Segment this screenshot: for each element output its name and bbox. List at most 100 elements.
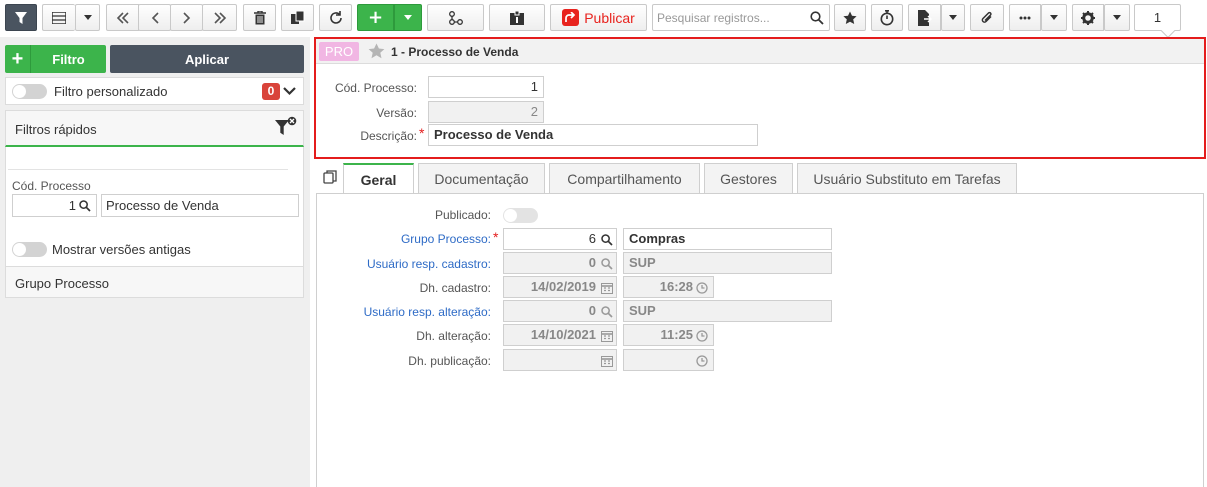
search-input[interactable] [653, 5, 803, 30]
tab-label: Compartilhamento [567, 170, 682, 187]
add-button[interactable]: + [357, 4, 394, 31]
custom-filter-row: Filtro personalizado 0 [5, 77, 304, 105]
refresh-icon [329, 10, 342, 24]
search-box[interactable] [652, 4, 830, 31]
old-versions-toggle[interactable] [12, 242, 47, 257]
published-toggle [503, 208, 538, 223]
tab-label: Geral [360, 171, 397, 188]
filter-toggle-button[interactable] [5, 4, 37, 31]
description-input[interactable]: Processo de Venda [428, 124, 758, 146]
search-icon [601, 258, 613, 270]
divider [8, 169, 288, 170]
published-date-input [503, 349, 617, 371]
filter-button[interactable]: + Filtro [5, 45, 106, 73]
more-button[interactable] [1009, 4, 1041, 31]
add-dropdown[interactable] [394, 4, 422, 31]
delete-icon [253, 10, 266, 24]
clock-icon [696, 330, 708, 342]
group-name-input[interactable]: Compras [623, 228, 832, 250]
search-icon[interactable] [810, 11, 824, 25]
apply-button-label: Aplicar [184, 51, 230, 67]
star-icon [843, 11, 857, 24]
add-icon: + [5, 45, 31, 73]
process-code-input[interactable]: 1 [12, 194, 97, 217]
export-dropdown[interactable] [941, 4, 965, 31]
next-page-button[interactable] [170, 4, 203, 31]
first-page-button[interactable] [106, 4, 139, 31]
id-card-icon [510, 10, 524, 25]
last-page-button[interactable] [202, 4, 237, 31]
record-title: 1 - Processo de Venda [391, 45, 519, 59]
changed-date-value: 14/10/2021 [530, 327, 596, 342]
apply-button[interactable]: Aplicar [110, 45, 304, 73]
created-by-label[interactable]: Usuário resp. cadastro: [317, 257, 491, 271]
list-view-button[interactable] [42, 4, 75, 31]
search-icon[interactable] [79, 200, 91, 212]
published-at-label: Dh. publicação: [408, 354, 491, 368]
created-by-name-value: SUP [629, 255, 656, 270]
last-page-icon [213, 11, 226, 24]
next-page-icon [182, 11, 190, 24]
record-header-bar: PRO 1 - Processo de Venda [316, 39, 1204, 64]
prev-page-icon [151, 11, 159, 24]
group-process-label[interactable]: Grupo Processo: [317, 232, 491, 246]
previous-page-button[interactable] [138, 4, 171, 31]
clear-filter-icon[interactable] [274, 116, 298, 140]
tab-gestores[interactable]: Gestores [704, 163, 793, 193]
tab-compartilhamento[interactable]: Compartilhamento [549, 163, 700, 193]
process-code-label: Cód. Processo [12, 179, 91, 193]
export-button[interactable] [908, 4, 941, 31]
search-icon[interactable] [601, 234, 613, 246]
created-by-code-value: 0 [588, 255, 596, 270]
delete-button[interactable] [243, 4, 276, 31]
old-versions-label: Mostrar versões antigas [52, 242, 191, 257]
tab-usuario-substituto[interactable]: Usuário Substituto em Tarefas [797, 163, 1017, 193]
timer-button[interactable] [871, 4, 903, 31]
changed-by-code-value: 0 [588, 303, 596, 318]
settings-dropdown[interactable] [1104, 4, 1130, 31]
code-input[interactable]: 1 [428, 76, 544, 98]
workflow-button[interactable] [427, 4, 484, 31]
created-time-value: 16:28 [659, 279, 693, 294]
version-value: 2 [530, 104, 538, 119]
required-icon: * [419, 125, 425, 141]
details-button[interactable] [489, 4, 545, 31]
group-code-input[interactable]: 6 [503, 228, 617, 250]
copy-icon[interactable] [323, 170, 337, 184]
code-label: Cód. Processo: [334, 81, 417, 95]
group-process-section[interactable]: Grupo Processo [5, 266, 304, 298]
custom-filter-toggle[interactable] [12, 84, 47, 99]
process-name-input[interactable]: Processo de Venda [101, 194, 299, 217]
list-view-dropdown[interactable] [75, 4, 100, 31]
calendar-icon [601, 283, 613, 294]
created-by-code-input: 0 [503, 252, 617, 274]
attachment-button[interactable] [970, 4, 1004, 31]
description-value: Processo de Venda [434, 127, 554, 142]
code-value: 1 [530, 79, 538, 94]
tab-geral[interactable]: Geral [343, 163, 414, 194]
tab-documentacao[interactable]: Documentação [418, 163, 545, 193]
tab-bar: Geral Documentação Compartilhamento Gest… [316, 163, 1206, 194]
version-label: Versão: [376, 106, 417, 120]
timer-icon [880, 9, 894, 25]
group-code-value: 6 [588, 231, 596, 246]
favorite-button[interactable] [834, 4, 866, 31]
custom-filter-label: Filtro personalizado [54, 84, 168, 99]
star-icon[interactable] [368, 43, 385, 59]
record-type-tag: PRO [319, 42, 359, 61]
quick-filters-header: Filtros rápidos [5, 110, 304, 147]
refresh-button[interactable] [319, 4, 352, 31]
chevron-down-icon[interactable] [283, 87, 296, 96]
tab-label: Usuário Substituto em Tarefas [813, 170, 1001, 187]
publish-button[interactable]: Publicar [550, 4, 647, 31]
calendar-icon [601, 356, 613, 367]
tab-label: Gestores [720, 170, 777, 187]
settings-button[interactable] [1072, 4, 1104, 31]
toolbar: + Publicar Pesquisar registros... 1 [0, 0, 1207, 36]
settings-icon [1081, 10, 1095, 25]
changed-by-label[interactable]: Usuário resp. alteração: [317, 305, 491, 319]
copy-button[interactable] [281, 4, 314, 31]
published-label: Publicado: [434, 208, 491, 222]
page-number-box[interactable]: 1 [1134, 4, 1181, 31]
more-dropdown[interactable] [1041, 4, 1067, 31]
